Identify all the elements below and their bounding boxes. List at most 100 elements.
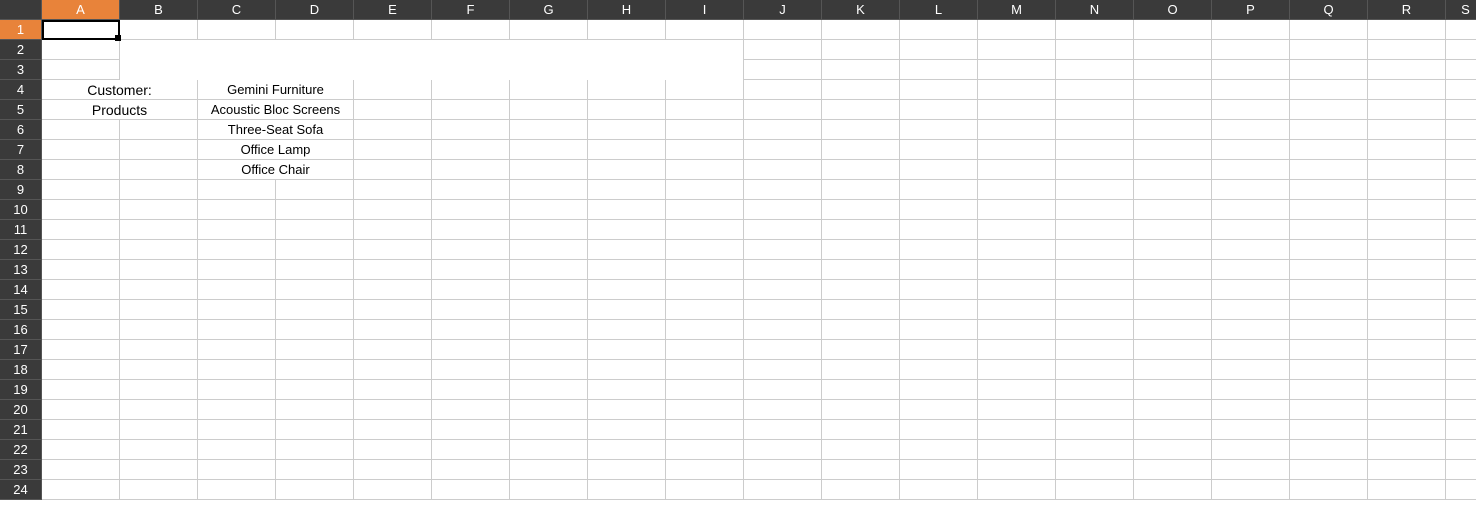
cell-H23[interactable] xyxy=(588,460,666,480)
cell-J20[interactable] xyxy=(744,400,822,420)
cell-D20[interactable] xyxy=(276,400,354,420)
cell-R8[interactable] xyxy=(1368,160,1446,180)
cell-C15[interactable] xyxy=(198,300,276,320)
cell-K21[interactable] xyxy=(822,420,900,440)
cell-L6[interactable] xyxy=(900,120,978,140)
cell-O10[interactable] xyxy=(1134,200,1212,220)
cell-Q3[interactable] xyxy=(1290,60,1368,80)
cell-M8[interactable] xyxy=(978,160,1056,180)
cell-M15[interactable] xyxy=(978,300,1056,320)
cell-I8[interactable] xyxy=(666,160,744,180)
cell-J5[interactable] xyxy=(744,100,822,120)
cell-C7[interactable]: Office Lamp xyxy=(198,140,354,160)
cell-L10[interactable] xyxy=(900,200,978,220)
column-header-S[interactable]: S xyxy=(1446,0,1476,20)
cell-F11[interactable] xyxy=(432,220,510,240)
cell-G11[interactable] xyxy=(510,220,588,240)
cell-J10[interactable] xyxy=(744,200,822,220)
cell-K17[interactable] xyxy=(822,340,900,360)
row-header-6[interactable]: 6 xyxy=(0,120,42,140)
cell-L13[interactable] xyxy=(900,260,978,280)
cell-Q12[interactable] xyxy=(1290,240,1368,260)
cell-P19[interactable] xyxy=(1212,380,1290,400)
column-header-I[interactable]: I xyxy=(666,0,744,20)
cell-E11[interactable] xyxy=(354,220,432,240)
cell-O23[interactable] xyxy=(1134,460,1212,480)
cell-L19[interactable] xyxy=(900,380,978,400)
cell-I20[interactable] xyxy=(666,400,744,420)
cell-G14[interactable] xyxy=(510,280,588,300)
cell-N13[interactable] xyxy=(1056,260,1134,280)
title-merged-area[interactable] xyxy=(120,40,744,80)
cell-D19[interactable] xyxy=(276,380,354,400)
cell-N9[interactable] xyxy=(1056,180,1134,200)
cell-S12[interactable] xyxy=(1446,240,1476,260)
cell-Q17[interactable] xyxy=(1290,340,1368,360)
cell-M22[interactable] xyxy=(978,440,1056,460)
row-header-16[interactable]: 16 xyxy=(0,320,42,340)
cell-P1[interactable] xyxy=(1212,20,1290,40)
cell-G22[interactable] xyxy=(510,440,588,460)
cell-A19[interactable] xyxy=(42,380,120,400)
cell-M5[interactable] xyxy=(978,100,1056,120)
cell-O21[interactable] xyxy=(1134,420,1212,440)
cell-S21[interactable] xyxy=(1446,420,1476,440)
row-header-7[interactable]: 7 xyxy=(0,140,42,160)
cell-Q9[interactable] xyxy=(1290,180,1368,200)
cell-E9[interactable] xyxy=(354,180,432,200)
cell-G15[interactable] xyxy=(510,300,588,320)
row-header-13[interactable]: 13 xyxy=(0,260,42,280)
cell-F10[interactable] xyxy=(432,200,510,220)
cell-Q24[interactable] xyxy=(1290,480,1368,500)
cell-P10[interactable] xyxy=(1212,200,1290,220)
cell-G21[interactable] xyxy=(510,420,588,440)
cell-G10[interactable] xyxy=(510,200,588,220)
cell-M3[interactable] xyxy=(978,60,1056,80)
cell-A20[interactable] xyxy=(42,400,120,420)
cell-A17[interactable] xyxy=(42,340,120,360)
cell-P13[interactable] xyxy=(1212,260,1290,280)
cell-K10[interactable] xyxy=(822,200,900,220)
cell-F12[interactable] xyxy=(432,240,510,260)
cell-O22[interactable] xyxy=(1134,440,1212,460)
cell-E5[interactable] xyxy=(354,100,432,120)
cell-G6[interactable] xyxy=(510,120,588,140)
cell-C4[interactable]: Gemini Furniture xyxy=(198,80,354,100)
cell-H9[interactable] xyxy=(588,180,666,200)
cell-Q22[interactable] xyxy=(1290,440,1368,460)
cell-J14[interactable] xyxy=(744,280,822,300)
cell-M18[interactable] xyxy=(978,360,1056,380)
column-header-P[interactable]: P xyxy=(1212,0,1290,20)
cell-B14[interactable] xyxy=(120,280,198,300)
cell-J12[interactable] xyxy=(744,240,822,260)
cell-B20[interactable] xyxy=(120,400,198,420)
cell-E14[interactable] xyxy=(354,280,432,300)
column-header-C[interactable]: C xyxy=(198,0,276,20)
cell-C10[interactable] xyxy=(198,200,276,220)
cell-P18[interactable] xyxy=(1212,360,1290,380)
cell-I9[interactable] xyxy=(666,180,744,200)
cell-M7[interactable] xyxy=(978,140,1056,160)
row-header-3[interactable]: 3 xyxy=(0,60,42,80)
cell-A3[interactable] xyxy=(42,60,120,80)
cell-I16[interactable] xyxy=(666,320,744,340)
column-header-M[interactable]: M xyxy=(978,0,1056,20)
cell-F16[interactable] xyxy=(432,320,510,340)
cell-O17[interactable] xyxy=(1134,340,1212,360)
cell-O15[interactable] xyxy=(1134,300,1212,320)
cell-D23[interactable] xyxy=(276,460,354,480)
cell-A18[interactable] xyxy=(42,360,120,380)
cell-S2[interactable] xyxy=(1446,40,1476,60)
cell-R16[interactable] xyxy=(1368,320,1446,340)
cell-K16[interactable] xyxy=(822,320,900,340)
cell-L7[interactable] xyxy=(900,140,978,160)
cell-S5[interactable] xyxy=(1446,100,1476,120)
cell-M6[interactable] xyxy=(978,120,1056,140)
cell-I21[interactable] xyxy=(666,420,744,440)
cell-S18[interactable] xyxy=(1446,360,1476,380)
cell-A9[interactable] xyxy=(42,180,120,200)
cell-G13[interactable] xyxy=(510,260,588,280)
cell-L21[interactable] xyxy=(900,420,978,440)
cell-O16[interactable] xyxy=(1134,320,1212,340)
cell-H10[interactable] xyxy=(588,200,666,220)
